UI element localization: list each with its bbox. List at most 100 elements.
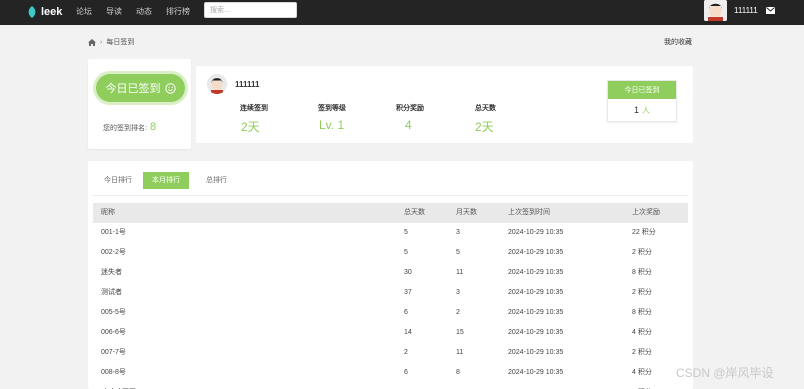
- table-row: 哈哈哈哥哥 1 1 2024-10-29 10:35 8 积分: [93, 383, 688, 389]
- today-count-unit: 人: [642, 105, 650, 115]
- stat-value-total-days: 2天: [475, 120, 494, 134]
- sign-rank: 您的签到排名: 8: [103, 121, 156, 133]
- mail-icon[interactable]: [766, 7, 775, 14]
- row-month-days: 2: [456, 309, 460, 316]
- tab-total-ranking[interactable]: 总排行: [197, 172, 236, 189]
- row-last-reward: 2 积分: [632, 349, 652, 356]
- rank-value: 8: [149, 121, 157, 133]
- stat-value-level: Lv. 1: [319, 118, 345, 132]
- stat-label-total-days: 总天数: [475, 105, 496, 112]
- user-avatar[interactable]: [704, 0, 727, 21]
- ranking-table: 昵称 总天数 月天数 上次签到时间 上次奖励 001-1号 5 3 2024-10-2…: [93, 203, 688, 389]
- row-last-sign-time: 2024-10-29 10:35: [508, 309, 564, 316]
- row-total-days: 6: [404, 309, 408, 316]
- ranking-card: 今日排行 本月排行 总排行 昵称 总天数 月天数 上次签到时间 上次奖励 001…: [88, 161, 693, 389]
- row-nickname[interactable]: 005-5号: [101, 303, 126, 323]
- leaf-logo-icon: [28, 6, 36, 18]
- row-total-days: 14: [404, 329, 412, 336]
- sign-in-card: 今日已签到 您的签到排名: 8: [88, 59, 191, 149]
- row-nickname[interactable]: 002-2号: [101, 243, 126, 263]
- row-total-days: 6: [404, 369, 408, 376]
- row-month-days: 3: [456, 229, 460, 236]
- site-logo[interactable]: leek: [27, 4, 62, 20]
- row-last-reward: 4 积分: [632, 369, 652, 376]
- row-nickname[interactable]: 006-6号: [101, 323, 126, 343]
- col-last-sign-time: 上次签到时间: [508, 209, 550, 216]
- col-nickname: 昵称: [101, 209, 115, 216]
- row-last-reward: 2 积分: [632, 289, 652, 296]
- nav-forum[interactable]: 论坛: [76, 6, 92, 18]
- nav-guide[interactable]: 导读: [106, 6, 122, 18]
- row-month-days: 15: [456, 329, 464, 336]
- rank-label: 您的签到排名:: [103, 125, 147, 132]
- row-total-days: 5: [404, 229, 408, 236]
- avatar-face-icon: [704, 0, 727, 21]
- row-last-sign-time: 2024-10-29 10:35: [508, 369, 564, 376]
- row-last-reward: 8 积分: [632, 309, 652, 316]
- top-navbar: leek 论坛 导读 动态 排行榜 111111: [0, 0, 804, 25]
- nav-activity[interactable]: 动态: [136, 6, 152, 18]
- stat-label-level: 签到等级: [318, 105, 346, 112]
- search-input[interactable]: [204, 2, 297, 18]
- row-last-sign-time: 2024-10-29 10:35: [508, 249, 564, 256]
- today-signed-title: 今日已签到: [608, 81, 676, 99]
- row-last-reward: 22 积分: [632, 229, 656, 236]
- signed-in-label: 今日已签到: [105, 83, 161, 95]
- row-nickname[interactable]: 哈哈哈哥哥: [101, 383, 136, 389]
- row-nickname[interactable]: 001-1号: [101, 223, 126, 243]
- row-month-days: 11: [456, 269, 464, 276]
- row-total-days: 2: [404, 349, 408, 356]
- nav-ranking[interactable]: 排行榜: [166, 6, 190, 18]
- col-last-reward: 上次奖励: [632, 209, 660, 216]
- table-row: 迷失者 30 11 2024-10-29 10:35 8 积分: [93, 263, 688, 283]
- row-month-days: 1: [456, 383, 460, 389]
- tab-divider: [93, 195, 688, 196]
- today-signed-card: 今日已签到 1 人: [607, 80, 677, 122]
- tab-month-ranking[interactable]: 本月排行: [143, 172, 189, 189]
- top-username[interactable]: 111111: [734, 6, 758, 15]
- today-signed-count: 1 人: [608, 99, 676, 121]
- breadcrumb-separator: ›: [100, 38, 103, 46]
- row-last-sign-time: 2024-10-29 10:35: [508, 229, 564, 236]
- row-nickname[interactable]: 测试者: [101, 283, 122, 303]
- breadcrumb-current: 每日签到: [106, 39, 135, 46]
- watermark: CSDN @岸风毕设: [676, 366, 774, 380]
- row-last-reward: 8 积分: [632, 269, 652, 276]
- home-icon[interactable]: [88, 38, 96, 46]
- row-last-reward: 8 积分: [632, 383, 652, 389]
- table-row: 001-1号 5 3 2024-10-29 10:35 22 积分: [93, 223, 688, 243]
- table-row: 008-8号 6 8 2024-10-29 10:35 4 积分: [93, 363, 688, 383]
- table-row: 006-6号 14 15 2024-10-29 10:35 4 积分: [93, 323, 688, 343]
- row-last-sign-time: 2024-10-29 10:35: [508, 269, 564, 276]
- row-last-reward: 2 积分: [632, 249, 652, 256]
- row-total-days: 37: [404, 289, 412, 296]
- row-last-sign-time: 2024-10-29 10:35: [508, 289, 564, 296]
- row-total-days: 1: [404, 383, 408, 389]
- today-count-value: 1: [633, 105, 639, 115]
- row-nickname[interactable]: 迷失者: [101, 263, 122, 283]
- signed-in-button[interactable]: 今日已签到: [96, 74, 185, 102]
- breadcrumb: › 每日签到: [88, 37, 134, 47]
- smile-icon: [164, 82, 176, 94]
- col-total-days: 总天数: [404, 209, 425, 216]
- stat-label-streak: 连续签到: [240, 105, 268, 112]
- tab-today-ranking[interactable]: 今日排行: [95, 172, 141, 189]
- row-last-sign-time: 2024-10-29 10:35: [508, 383, 563, 389]
- row-month-days: 3: [456, 289, 460, 296]
- logo-text: leek: [41, 6, 63, 18]
- row-nickname[interactable]: 007-7号: [101, 343, 126, 363]
- table-header: 昵称 总天数 月天数 上次签到时间 上次奖励: [93, 203, 688, 223]
- table-row: 测试者 37 3 2024-10-29 10:35 2 积分: [93, 283, 688, 303]
- row-last-sign-time: 2024-10-29 10:35: [508, 329, 564, 336]
- table-row: 002-2号 5 5 2024-10-29 10:35 2 积分: [93, 243, 688, 263]
- stat-value-streak: 2天: [241, 120, 260, 134]
- row-nickname[interactable]: 008-8号: [101, 363, 126, 383]
- avatar-face-icon: [207, 74, 227, 94]
- row-last-sign-time: 2024-10-29 10:35: [508, 349, 564, 356]
- row-month-days: 11: [456, 349, 464, 356]
- table-row: 005-5号 6 2 2024-10-29 10:35 8 积分: [93, 303, 688, 323]
- user-avatar-large[interactable]: [207, 74, 227, 94]
- stat-value-points: 4: [405, 118, 412, 132]
- my-favorites-link[interactable]: 我的收藏: [664, 37, 692, 47]
- row-month-days: 8: [456, 369, 460, 376]
